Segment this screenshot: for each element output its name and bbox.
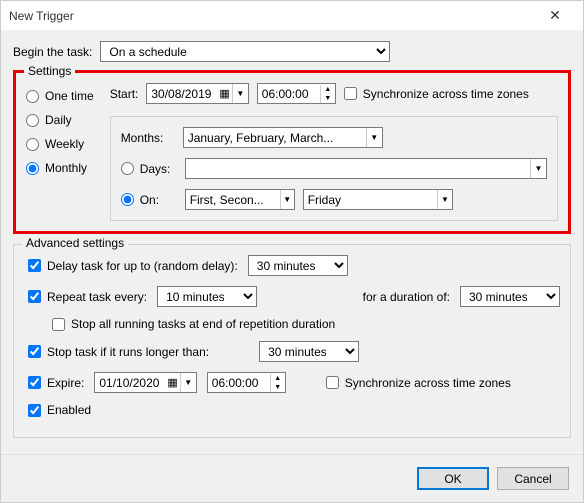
- sync-tz-check[interactable]: Synchronize across time zones: [344, 87, 529, 101]
- months-label: Months:: [121, 131, 183, 145]
- delay-select[interactable]: 30 minutes: [248, 255, 348, 276]
- expire-check[interactable]: Expire:: [28, 376, 84, 390]
- settings-legend: Settings: [24, 64, 75, 78]
- window-title: New Trigger: [9, 9, 535, 23]
- content-area: Begin the task: On a schedule Settings O…: [1, 31, 583, 454]
- new-trigger-dialog: New Trigger ✕ Begin the task: On a sched…: [0, 0, 584, 503]
- cancel-button[interactable]: Cancel: [497, 467, 569, 490]
- frequency-radios: One time Daily Weekly Monthly: [26, 83, 98, 221]
- expire-date-picker[interactable]: ▦ ▼: [94, 372, 196, 393]
- expire-sync-tz-check[interactable]: Synchronize across time zones: [326, 376, 511, 390]
- radio-daily[interactable]: Daily: [26, 113, 94, 127]
- months-select[interactable]: ▼: [183, 127, 383, 148]
- time-spinner[interactable]: ▲▼: [270, 374, 285, 392]
- ok-button[interactable]: OK: [417, 467, 489, 490]
- start-label: Start:: [110, 87, 139, 101]
- chevron-down-icon[interactable]: ▼: [180, 373, 196, 392]
- begin-task-select[interactable]: On a schedule: [100, 41, 390, 62]
- chevron-down-icon[interactable]: ▼: [530, 159, 546, 178]
- chevron-down-icon[interactable]: ▼: [437, 190, 451, 209]
- advanced-group: Advanced settings Delay task for up to (…: [13, 244, 571, 438]
- advanced-legend: Advanced settings: [22, 236, 128, 250]
- enabled-check[interactable]: Enabled: [28, 403, 91, 417]
- monthly-settings: Months: ▼ Days: ▼: [110, 116, 558, 221]
- days-select[interactable]: ▼: [185, 158, 547, 179]
- settings-group: Settings One time Daily Weekly Monthly S…: [13, 70, 571, 234]
- start-row: Start: ▦ ▼ ▲▼ Synchronize across time zo…: [110, 83, 558, 104]
- radio-monthly[interactable]: Monthly: [26, 161, 94, 175]
- duration-label: for a duration of:: [363, 290, 450, 304]
- radio-on[interactable]: On:: [121, 193, 159, 207]
- chevron-down-icon[interactable]: ▼: [232, 84, 248, 103]
- chevron-down-icon[interactable]: ▼: [366, 128, 382, 147]
- on-weeks-select[interactable]: ▼: [185, 189, 295, 210]
- delay-check[interactable]: Delay task for up to (random delay):: [28, 259, 238, 273]
- dialog-footer: OK Cancel: [1, 454, 583, 502]
- duration-select[interactable]: 30 minutes: [460, 286, 560, 307]
- repeat-check[interactable]: Repeat task every:: [28, 290, 147, 304]
- chevron-down-icon[interactable]: ▼: [280, 190, 294, 209]
- stop-if-select[interactable]: 30 minutes: [259, 341, 359, 362]
- calendar-icon: ▦: [217, 87, 231, 100]
- radio-weekly[interactable]: Weekly: [26, 137, 94, 151]
- stop-all-check[interactable]: Stop all running tasks at end of repetit…: [52, 317, 335, 331]
- on-day-select[interactable]: ▼: [303, 189, 453, 210]
- radio-days[interactable]: Days:: [121, 162, 171, 176]
- start-date-picker[interactable]: ▦ ▼: [146, 83, 248, 104]
- expire-time-picker[interactable]: ▲▼: [207, 372, 286, 393]
- stop-if-check[interactable]: Stop task if it runs longer than:: [28, 345, 209, 359]
- begin-task-row: Begin the task: On a schedule: [13, 41, 571, 62]
- time-spinner[interactable]: ▲▼: [320, 85, 335, 103]
- begin-task-label: Begin the task:: [13, 45, 92, 59]
- repeat-select[interactable]: 10 minutes: [157, 286, 257, 307]
- calendar-icon: ▦: [165, 376, 179, 389]
- close-icon[interactable]: ✕: [535, 7, 575, 24]
- radio-one-time[interactable]: One time: [26, 89, 94, 103]
- start-time-picker[interactable]: ▲▼: [257, 83, 336, 104]
- titlebar: New Trigger ✕: [1, 1, 583, 31]
